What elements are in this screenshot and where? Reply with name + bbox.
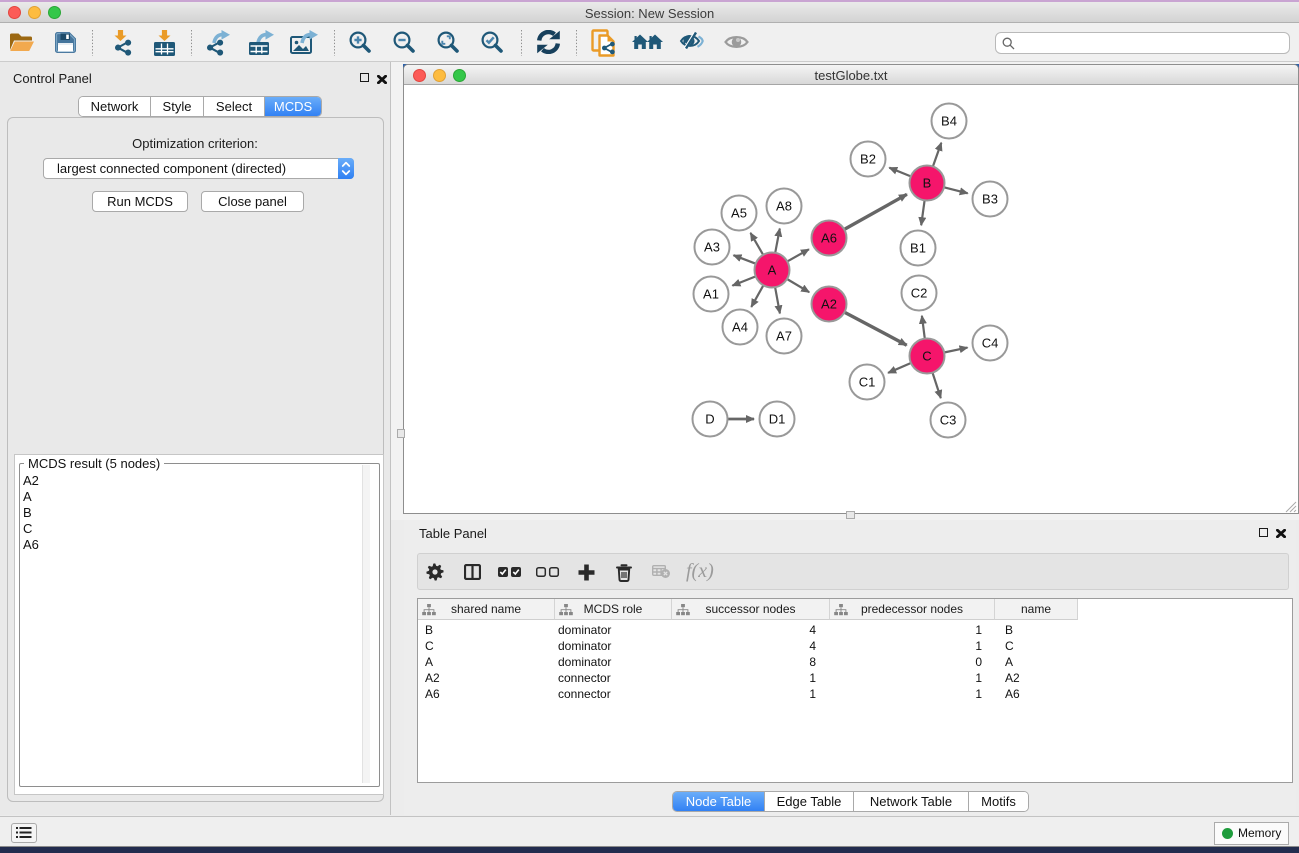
svg-text:f(x): f(x): [686, 561, 714, 582]
svg-text:A1: A1: [703, 287, 719, 302]
svg-text:A3: A3: [704, 240, 720, 255]
svg-text:C1: C1: [859, 375, 876, 390]
svg-text:B2: B2: [860, 152, 876, 167]
svg-text:B: B: [923, 176, 932, 191]
svg-text:A4: A4: [732, 320, 748, 335]
svg-text:B3: B3: [982, 192, 998, 207]
svg-text:A6: A6: [821, 231, 837, 246]
svg-text:C: C: [922, 349, 931, 364]
svg-text:B1: B1: [910, 241, 926, 256]
svg-text:C3: C3: [940, 413, 957, 428]
svg-text:A: A: [768, 263, 777, 278]
svg-text:D1: D1: [769, 412, 786, 427]
svg-text:A8: A8: [776, 199, 792, 214]
svg-text:A7: A7: [776, 329, 792, 344]
svg-text:C4: C4: [982, 336, 999, 351]
svg-text:A5: A5: [731, 206, 747, 221]
svg-text:A2: A2: [821, 297, 837, 312]
svg-text:B4: B4: [941, 114, 957, 129]
svg-text:C2: C2: [911, 286, 928, 301]
svg-text:D: D: [705, 412, 714, 427]
